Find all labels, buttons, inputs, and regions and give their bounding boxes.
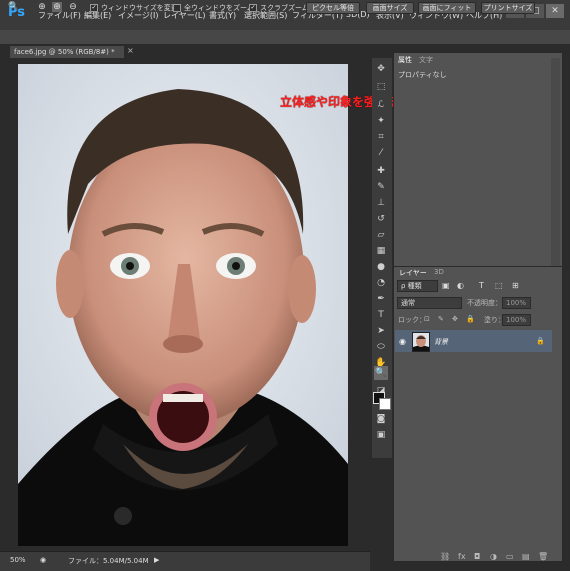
lock-all-icon[interactable]: 🔒 (466, 315, 475, 323)
scrubby-zoom-label: スクラブズーム (260, 4, 309, 12)
filter-adjust-icon[interactable]: ◐ (457, 281, 464, 290)
status-info-icon[interactable]: ◉ (40, 556, 46, 564)
screen-mode-icon[interactable]: ▣ (374, 428, 388, 442)
quickmask-icon[interactable]: ◙ (374, 412, 388, 426)
face-photo-image (18, 64, 348, 546)
zoom-out-icon[interactable]: ⊖ (68, 2, 78, 12)
zoom-tool-preset-icon[interactable]: 🔍 (8, 2, 19, 12)
resize-window-checkbox[interactable]: ✓ ウィンドウサイズを変更 (90, 3, 178, 13)
zoom-tool-icon[interactable]: 🔍 (374, 366, 388, 380)
scrubby-zoom-checkbox[interactable]: ✓ スクラブズーム (249, 3, 309, 13)
zoom-level[interactable]: 50% (10, 556, 26, 564)
blur-icon[interactable]: ● (374, 260, 388, 274)
lock-transparent-icon[interactable]: ⊡ (424, 315, 430, 323)
layer-thumbnail (412, 332, 430, 352)
fit-screen-button[interactable]: 画面サイズ (366, 2, 414, 14)
filter-type-icon[interactable]: T (479, 281, 484, 290)
new-group-icon[interactable]: ▭ (506, 552, 514, 561)
opacity-input[interactable]: 100% (502, 297, 531, 309)
type-icon[interactable]: T (374, 308, 388, 322)
filter-label: 種類 (407, 282, 422, 290)
tab-3d[interactable]: 3D (434, 268, 444, 276)
tab-layers[interactable]: レイヤー (399, 268, 427, 278)
adjustment-layer-icon[interactable]: ◑ (490, 552, 497, 561)
filter-pixel-icon[interactable]: ▣ (442, 281, 450, 290)
zoom-all-checkbox[interactable]: 全ウィンドウをズーム (173, 3, 254, 13)
brush-icon[interactable]: ✎ (374, 180, 388, 194)
history-brush-icon[interactable]: ↺ (374, 212, 388, 226)
zoom-in-active-icon[interactable]: ⊕ (52, 2, 62, 12)
status-menu-arrow-icon[interactable]: ▶ (154, 556, 159, 564)
properties-panel (393, 52, 563, 268)
layer-filter-select[interactable]: ρ 種類 (397, 280, 438, 292)
filter-shape-icon[interactable]: ⬚ (495, 281, 503, 290)
background-color-swatch[interactable] (379, 398, 391, 410)
lock-icon: 🔒 (536, 337, 545, 345)
lock-position-icon[interactable]: ✥ (452, 315, 458, 323)
layers-panel (393, 266, 563, 562)
marquee-icon[interactable]: ⬚ (374, 80, 388, 94)
no-properties-text: プロパティなし (398, 71, 447, 79)
gradient-icon[interactable]: ▦ (374, 244, 388, 258)
trash-icon[interactable]: 🗑 (538, 552, 548, 561)
blend-mode-select[interactable]: 通常 (397, 297, 462, 309)
close-tab-icon[interactable]: × (127, 46, 134, 55)
fill-input[interactable]: 100% (502, 314, 531, 326)
healing-brush-icon[interactable]: ✚ (374, 164, 388, 178)
eyedropper-icon[interactable]: ⁄ (374, 146, 388, 160)
dodge-icon[interactable]: ◔ (374, 276, 388, 290)
link-layers-icon[interactable]: ⛓ (440, 552, 450, 561)
filter-smart-icon[interactable]: ⊞ (512, 281, 519, 290)
clone-stamp-icon[interactable]: ⊥ (374, 196, 388, 210)
crop-icon[interactable]: ⌗ (374, 130, 388, 144)
close-button[interactable]: ✕ (546, 4, 564, 18)
layer-name[interactable]: 背景 (434, 337, 448, 347)
pen-icon[interactable]: ✒ (374, 292, 388, 306)
layer-thumbnail-image (413, 333, 429, 351)
zoom-all-label: 全ウィンドウをズーム (184, 4, 254, 12)
magic-wand-icon[interactable]: ✦ (374, 114, 388, 128)
filter-icon: ρ (401, 282, 408, 290)
tab-character[interactable]: 文字 (419, 55, 433, 65)
resize-window-label: ウィンドウサイズを変更 (101, 4, 178, 12)
opacity-label: 不透明度： (467, 299, 502, 307)
lock-image-icon[interactable]: ✎ (438, 315, 444, 323)
shape-icon[interactable]: ⬭ (374, 340, 388, 354)
lasso-icon[interactable]: ℒ (374, 98, 388, 112)
zoom-in-icon[interactable]: ⊕ (37, 2, 47, 12)
move-icon[interactable]: ✥ (374, 62, 388, 76)
photo-canvas[interactable] (18, 64, 348, 546)
new-layer-icon[interactable]: ▤ (522, 552, 530, 561)
fill-screen-button[interactable]: 画面にフィット (418, 2, 476, 14)
print-size-button[interactable]: プリントサイズ (481, 2, 535, 14)
layer-style-icon[interactable]: fx (458, 552, 466, 561)
document-tab[interactable]: face6.jpg @ 50% (RGB/8#) * (10, 46, 124, 58)
path-select-icon[interactable]: ➤ (374, 324, 388, 338)
lock-label: ロック： (398, 316, 426, 324)
options-bar (0, 30, 570, 45)
file-size-info: ファイル：5.04M/5.04M (68, 557, 149, 565)
eraser-icon[interactable]: ▱ (374, 228, 388, 242)
tab-properties[interactable]: 属性 (398, 55, 412, 65)
add-mask-icon[interactable]: ◘ (474, 552, 480, 561)
visibility-eye-icon[interactable]: ◉ (399, 337, 406, 346)
actual-pixels-button[interactable]: ピクセル等倍 (306, 2, 360, 14)
status-bar (0, 551, 370, 571)
properties-scrollbar[interactable] (551, 58, 560, 266)
